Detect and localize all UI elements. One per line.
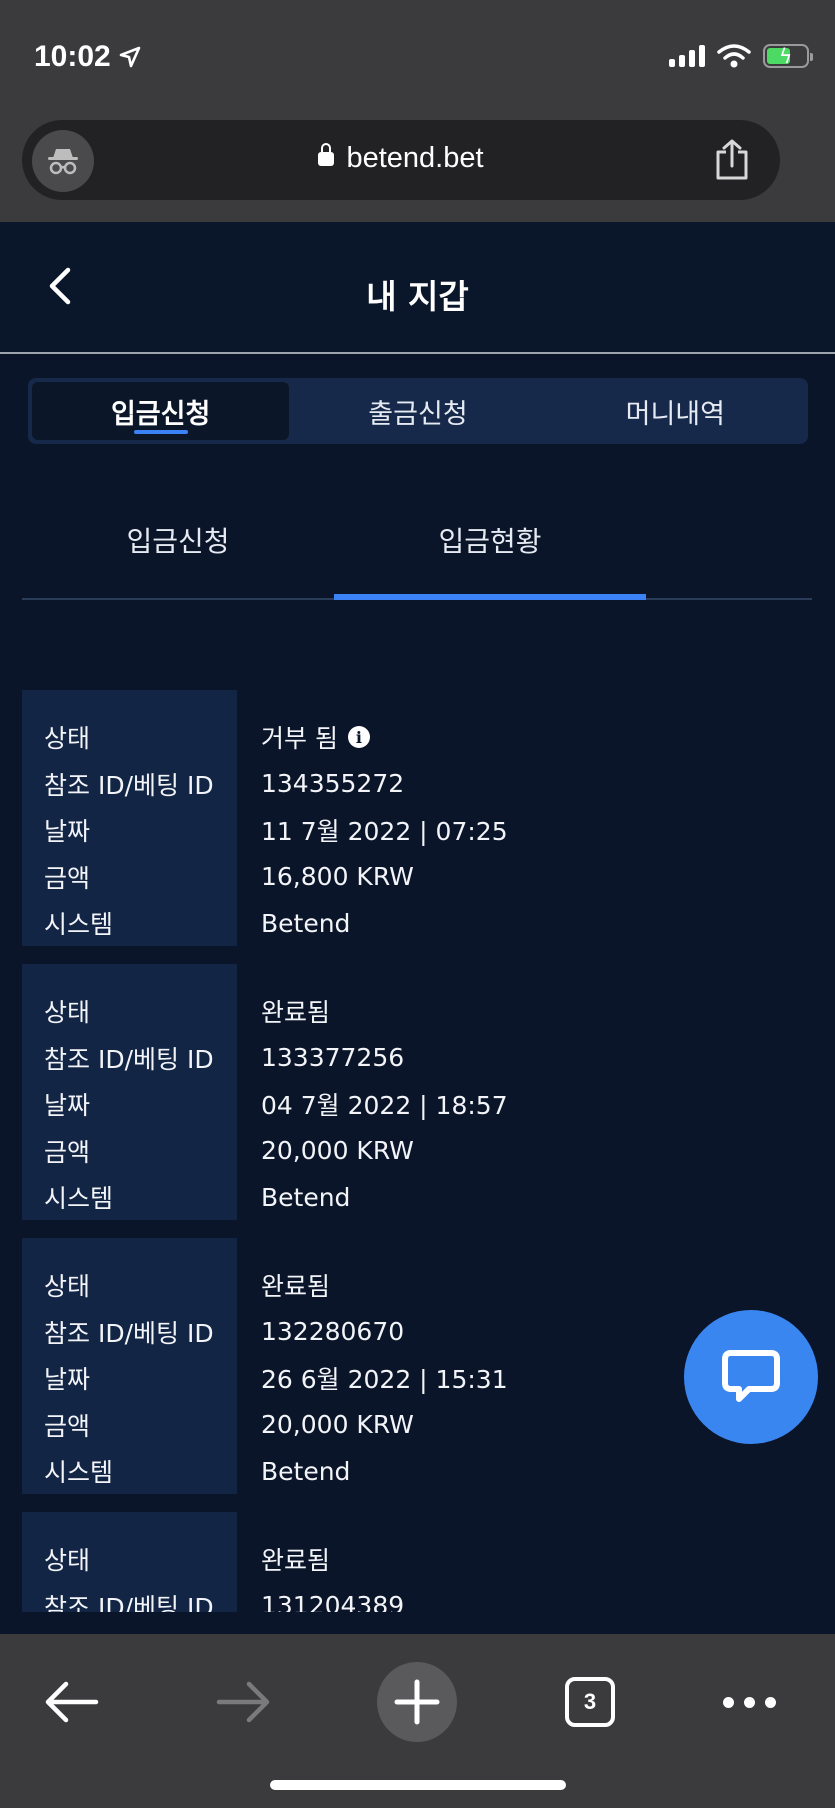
cellular-signal-icon	[669, 45, 705, 67]
value-system: Betend	[261, 1182, 351, 1212]
record-value-column: 완료됨 131204389	[237, 1512, 812, 1612]
subtab-deposit-status[interactable]: 입금현황	[334, 490, 646, 600]
arrow-right-icon	[216, 1681, 270, 1723]
value-amount: 20,000 KRW	[261, 1136, 414, 1166]
address-bar[interactable]: betend.bet	[22, 120, 780, 200]
record-label-column: 상태 참조 ID/베팅 ID 날짜 금액 시스템	[22, 1512, 237, 1612]
deposit-record: 상태 참조 ID/베팅 ID 날짜 금액 시스템 완료됨 131204389	[22, 1512, 812, 1612]
value-status: 거부 됨	[261, 724, 338, 754]
page-title: 내 지갑	[366, 277, 469, 316]
tab-deposit-request[interactable]: 입금신청	[32, 382, 290, 440]
label-status: 상태	[44, 724, 91, 754]
chat-bubble-icon	[722, 1350, 780, 1402]
value-status: 완료됨	[261, 1546, 331, 1576]
new-tab-button[interactable]	[377, 1662, 457, 1742]
sub-tab-bar: 입금신청 입금현황	[22, 490, 812, 600]
status-time: 10:02	[34, 40, 111, 73]
value-amount: 16,800 KRW	[261, 862, 414, 892]
app-header: 내 지갑	[0, 222, 835, 354]
value-status: 완료됨	[261, 1272, 331, 1302]
label-ref-id: 참조 ID/베팅 ID	[44, 1318, 214, 1348]
battery-charging-icon: ϟ	[763, 44, 813, 68]
browser-forward-button[interactable]	[203, 1662, 283, 1742]
label-amount: 금액	[44, 1137, 91, 1167]
record-label-column: 상태 참조 ID/베팅 ID 날짜 금액 시스템	[22, 964, 237, 1220]
wifi-icon	[717, 44, 751, 68]
deposit-record: 상태 참조 ID/베팅 ID 날짜 금액 시스템 완료됨 133377256 0…	[22, 964, 812, 1220]
live-chat-button[interactable]	[684, 1310, 818, 1444]
label-ref-id: 참조 ID/베팅 ID	[44, 1592, 214, 1612]
label-system: 시스템	[44, 1184, 114, 1214]
value-ref-id: 134355272	[261, 769, 405, 799]
value-ref-id: 131204389	[261, 1591, 405, 1612]
status-bar: 10:02 ϟ	[0, 0, 835, 110]
record-label-column: 상태 참조 ID/베팅 ID 날짜 금액 시스템	[22, 690, 237, 946]
tab-money-history[interactable]: 머니내역	[547, 382, 804, 440]
label-status: 상태	[44, 1272, 91, 1302]
tabs-overview-button[interactable]: 3	[550, 1662, 630, 1742]
label-date: 날짜	[44, 1365, 91, 1395]
more-options-button[interactable]	[709, 1662, 789, 1742]
value-status: 완료됨	[261, 998, 331, 1028]
label-status: 상태	[44, 1546, 91, 1576]
label-ref-id: 참조 ID/베팅 ID	[44, 1044, 214, 1074]
value-ref-id: 133377256	[261, 1043, 405, 1073]
value-date: 11 7월 2022 | 07:25	[261, 817, 508, 847]
location-arrow-icon	[119, 46, 141, 68]
browser-bottom-toolbar: 3	[0, 1634, 835, 1808]
label-amount: 금액	[44, 1411, 91, 1441]
label-date: 날짜	[44, 1091, 91, 1121]
value-date: 04 7월 2022 | 18:57	[261, 1091, 508, 1121]
label-system: 시스템	[44, 910, 114, 940]
record-value-column: 완료됨 133377256 04 7월 2022 | 18:57 20,000 …	[237, 964, 812, 1220]
value-system: Betend	[261, 1456, 351, 1486]
arrow-left-icon	[45, 1681, 99, 1723]
deposit-record: 상태 참조 ID/베팅 ID 날짜 금액 시스템 거부 됨 i 13435527…	[22, 690, 812, 946]
tabs-count-icon: 3	[565, 1677, 615, 1727]
label-ref-id: 참조 ID/베팅 ID	[44, 770, 214, 800]
deposit-records-list[interactable]: 상태 참조 ID/베팅 ID 날짜 금액 시스템 거부 됨 i 13435527…	[22, 690, 812, 1612]
record-value-column: 거부 됨 i 134355272 11 7월 2022 | 07:25 16,8…	[237, 690, 812, 946]
url-text[interactable]: betend.bet	[346, 142, 483, 174]
info-icon[interactable]: i	[347, 726, 370, 749]
value-system: Betend	[261, 908, 351, 938]
more-dots-icon	[722, 1696, 776, 1708]
record-label-column: 상태 참조 ID/베팅 ID 날짜 금액 시스템	[22, 1238, 237, 1494]
label-system: 시스템	[44, 1458, 114, 1488]
plus-icon	[377, 1662, 457, 1742]
browser-back-button[interactable]	[32, 1662, 112, 1742]
tab-withdraw-request[interactable]: 출금신청	[289, 382, 546, 440]
lock-icon	[318, 143, 335, 166]
main-tab-bar: 입금신청 출금신청 머니내역	[28, 378, 808, 444]
label-amount: 금액	[44, 863, 91, 893]
label-date: 날짜	[44, 817, 91, 847]
subtab-deposit-request[interactable]: 입금신청	[22, 490, 334, 598]
browser-top-chrome: 10:02 ϟ betend.bet	[0, 0, 835, 222]
label-status: 상태	[44, 998, 91, 1028]
home-indicator[interactable]	[270, 1780, 566, 1790]
share-icon[interactable]	[712, 138, 752, 182]
